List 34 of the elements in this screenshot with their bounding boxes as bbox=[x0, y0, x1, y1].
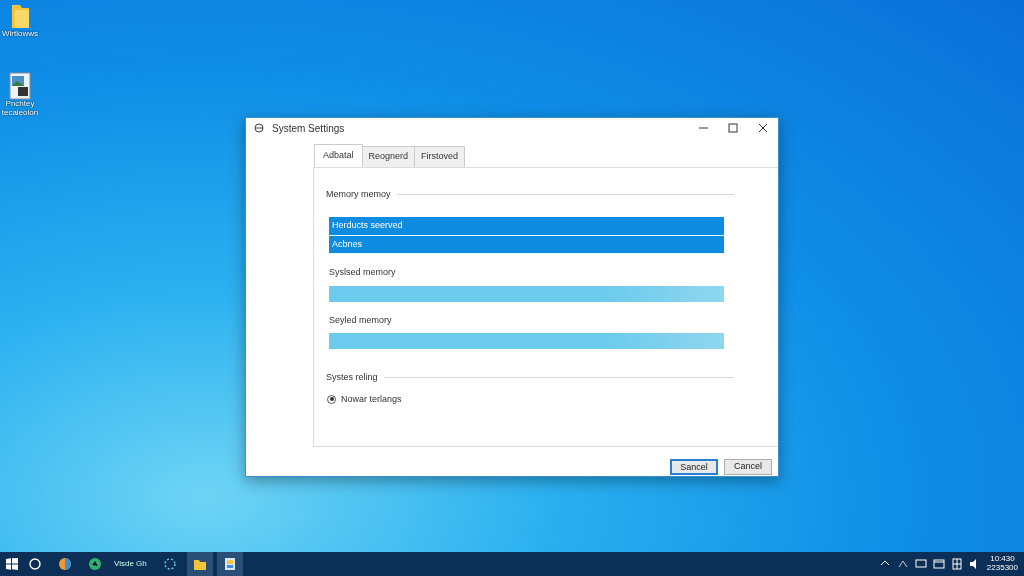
input-field[interactable] bbox=[329, 285, 724, 302]
loading-ring-icon[interactable] bbox=[162, 557, 177, 571]
maximize-icon bbox=[728, 123, 738, 133]
close-icon bbox=[758, 123, 768, 133]
app-icon bbox=[254, 123, 264, 133]
dialog-button[interactable]: Sancel bbox=[670, 458, 718, 475]
clock-date[interactable]: 2235300 bbox=[986, 564, 1018, 573]
file-manager-icon[interactable] bbox=[222, 557, 237, 571]
mountain-app-icon[interactable] bbox=[88, 557, 102, 571]
window-title: System Settings bbox=[272, 121, 345, 136]
window-icon[interactable] bbox=[932, 558, 945, 570]
input-field[interactable] bbox=[329, 333, 724, 349]
clock-time[interactable]: 10:430 bbox=[986, 555, 1018, 564]
tab[interactable]: Reognerd bbox=[361, 146, 416, 167]
grid-icon[interactable] bbox=[950, 558, 963, 570]
icon-label: Wirtlowws bbox=[2, 30, 38, 39]
taskbar-label[interactable]: Visde Gh bbox=[108, 558, 153, 570]
image-file-icon[interactable] bbox=[8, 72, 32, 100]
tab[interactable]: Firstoved bbox=[414, 146, 466, 167]
globe-icon[interactable] bbox=[58, 557, 72, 571]
section-title: Systes reling bbox=[326, 371, 378, 384]
field-label: Seyled memory bbox=[329, 313, 393, 327]
dialog-button[interactable]: Cancel bbox=[724, 458, 772, 475]
start-icon[interactable] bbox=[6, 558, 18, 570]
search-icon[interactable] bbox=[28, 557, 42, 571]
monitor-icon[interactable] bbox=[914, 558, 927, 570]
folder-icon[interactable] bbox=[192, 557, 207, 571]
radio-label: Nowar terlangs bbox=[341, 392, 402, 406]
field-label: Syslsed memory bbox=[329, 266, 397, 279]
section-title: Memory memoy bbox=[326, 187, 391, 201]
list-item[interactable]: Herducts seerved bbox=[329, 217, 724, 236]
icon-label: Pnchtey tecaleolon bbox=[0, 100, 40, 118]
folder-icon[interactable] bbox=[9, 2, 31, 30]
tab[interactable]: Adbatal bbox=[314, 144, 363, 167]
